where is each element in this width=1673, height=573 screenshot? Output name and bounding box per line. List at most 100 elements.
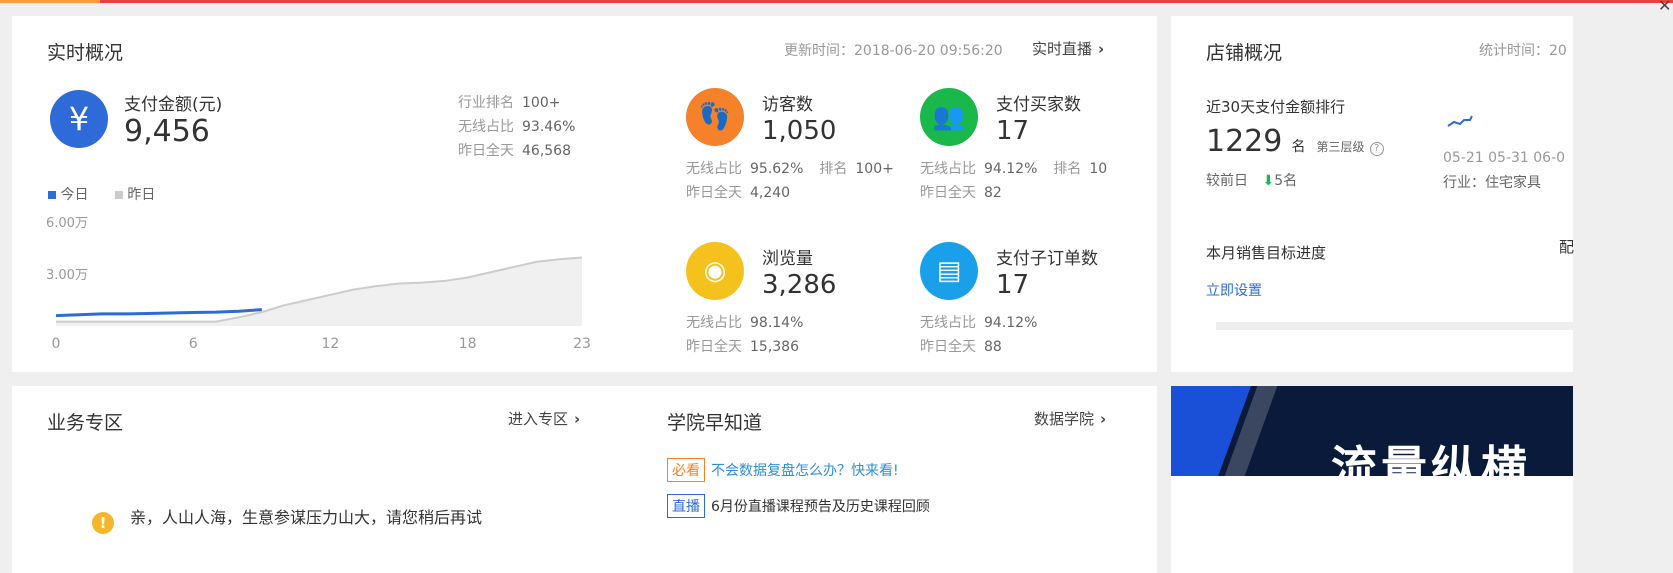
legend-today-swatch bbox=[48, 191, 56, 199]
top-accent-highlight bbox=[0, 0, 100, 3]
enter-zone-link[interactable]: 进入专区 › bbox=[508, 408, 580, 429]
metric-value: 17 bbox=[996, 270, 1030, 300]
users-icon: 👥 bbox=[920, 88, 978, 146]
metric-value: 1,050 bbox=[762, 116, 837, 146]
industry-rank-label: 行业排名 bbox=[458, 95, 514, 111]
warning-icon: ! bbox=[92, 512, 114, 534]
arrow-down-icon: ⬇ bbox=[1262, 173, 1275, 189]
rank-title: 近30天支付金额排行 bbox=[1206, 98, 1346, 116]
metric-rank-label: 排名 bbox=[819, 161, 848, 177]
chevron-right-icon: › bbox=[1100, 410, 1107, 428]
metric-rank-value: 10 bbox=[1089, 161, 1108, 177]
academy-list: 必看 不会数据复盘怎么办？快来看! 直播 6月份直播课程预告及历史课程回顾 bbox=[667, 458, 930, 530]
payment-industry-rank: 行业排名 100+ bbox=[458, 92, 560, 112]
payment-value: 9,456 bbox=[124, 114, 210, 149]
yen-icon: ¥ bbox=[50, 90, 108, 148]
top-accent-bar bbox=[0, 0, 1673, 3]
metric-wireless: 无线占比 94.12% 排名 10 bbox=[920, 158, 1107, 178]
academy-item-text: 不会数据复盘怎么办？快来看! bbox=[711, 463, 899, 479]
metric-wireless-label: 无线占比 bbox=[920, 315, 976, 331]
svg-text:¥: ¥ bbox=[69, 100, 89, 138]
metric-yesterday-value: 15,386 bbox=[750, 339, 799, 355]
banner-bottom-space bbox=[1171, 476, 1573, 573]
banner-text: 流量纵横 bbox=[1331, 441, 1531, 476]
academy-card: 学院早知道 数据学院 › 必看 不会数据复盘怎么办？快来看! 直播 6月份直播课程预告及… bbox=[632, 386, 1157, 573]
metric-label: 支付买家数 bbox=[996, 95, 1081, 115]
mini-trend-chart bbox=[1447, 115, 1473, 127]
chevron-right-icon: › bbox=[1098, 40, 1105, 58]
set-target-link[interactable]: 立即设置 bbox=[1206, 280, 1262, 300]
academy-item-text: 6月份直播课程预告及历史课程回顾 bbox=[711, 499, 930, 515]
metric-wireless: 无线占比 98.14% bbox=[686, 312, 803, 332]
metric-yesterday: 昨日全天 82 bbox=[920, 182, 1002, 202]
payment-wireless: 无线占比 93.46% bbox=[458, 116, 575, 136]
promo-banner[interactable]: 流量纵横 bbox=[1171, 386, 1573, 476]
metric-wireless-value: 94.12% bbox=[984, 161, 1038, 177]
data-academy-label: 数据学院 bbox=[1034, 410, 1095, 428]
series-line-today bbox=[55, 308, 262, 318]
metric-wireless-value: 98.14% bbox=[750, 315, 804, 331]
metric-yesterday-label: 昨日全天 bbox=[920, 339, 976, 355]
store-overview-card: 店铺概况 统计时间：20 近30天支付金额排行 1229 名 第三层级 ? 较前… bbox=[1171, 16, 1574, 372]
document-icon: ▤ bbox=[920, 242, 978, 300]
metric-yesterday-value: 88 bbox=[984, 339, 1002, 355]
enter-zone-label: 进入专区 bbox=[508, 410, 569, 428]
metric-label: 支付子订单数 bbox=[996, 249, 1098, 269]
realtime-overview-card: 实时概况 更新时间：2018-06-20 09:56:20 实时直播 › ¥ 支付… bbox=[12, 16, 1157, 372]
help-icon[interactable]: ? bbox=[1369, 142, 1384, 156]
store-title: 店铺概况 bbox=[1206, 42, 1283, 64]
metric-rank-label: 排名 bbox=[1053, 161, 1082, 177]
store-industry: 行业：住宅家具 bbox=[1443, 175, 1541, 191]
x-tick-label: 18 bbox=[459, 336, 477, 352]
data-academy-link[interactable]: 数据学院 › bbox=[1034, 408, 1106, 429]
x-tick-label: 0 bbox=[52, 336, 61, 352]
business-title: 业务专区 bbox=[47, 412, 124, 434]
academy-item[interactable]: 直播 6月份直播课程预告及历史课程回顾 bbox=[667, 494, 930, 518]
yesterday-label: 昨日全天 bbox=[458, 143, 514, 159]
target-progress-bar bbox=[1216, 322, 1573, 330]
metric-yesterday-label: 昨日全天 bbox=[686, 339, 742, 355]
academy-tag: 直播 bbox=[667, 494, 705, 518]
legend-yesterday-swatch bbox=[114, 191, 123, 199]
metric-wireless-label: 无线占比 bbox=[686, 161, 742, 177]
series-area-yesterday bbox=[56, 257, 582, 326]
payment-label: 支付金额(元) bbox=[124, 95, 223, 115]
metric-yesterday: 昨日全天 4,240 bbox=[686, 182, 790, 202]
update-time: 更新时间：2018-06-20 09:56:20 bbox=[784, 43, 1003, 59]
close-icon[interactable]: ✕ bbox=[1658, 0, 1671, 15]
metric-wireless: 无线占比 94.12% bbox=[920, 312, 1037, 332]
business-zone-card: 业务专区 进入专区 › ! 亲，人山人海，生意参谋压力山大，请您稍后再试 bbox=[12, 386, 632, 573]
academy-tag: 必看 bbox=[667, 458, 705, 482]
vs-change-value: 5名 bbox=[1274, 173, 1298, 189]
metric-yesterday: 昨日全天 15,386 bbox=[686, 336, 799, 356]
x-tick-label: 23 bbox=[573, 336, 591, 352]
rank-unit: 名 bbox=[1291, 139, 1306, 155]
industry-rank-value: 100+ bbox=[522, 95, 561, 111]
metric-yesterday: 昨日全天 88 bbox=[920, 336, 1002, 356]
rank-value-row: 1229 名 第三层级 ? bbox=[1206, 124, 1384, 159]
payment-line-chart: 6.00万 3.00万 0 6 12 18 23 bbox=[46, 216, 591, 352]
legend-yesterday: 昨日 bbox=[127, 187, 156, 203]
live-link[interactable]: 实时直播 › bbox=[1032, 38, 1104, 59]
live-link-label: 实时直播 bbox=[1032, 40, 1093, 58]
academy-item[interactable]: 必看 不会数据复盘怎么办？快来看! bbox=[667, 458, 930, 482]
realtime-title: 实时概况 bbox=[47, 42, 124, 64]
trend-dates: 05-21 05-31 06-0 bbox=[1443, 150, 1566, 166]
vs-yesterday: 较前日 ⬇5名 bbox=[1206, 170, 1297, 190]
metric-yesterday-label: 昨日全天 bbox=[920, 185, 976, 201]
yesterday-value: 46,568 bbox=[522, 143, 571, 159]
metric-label: 访客数 bbox=[762, 95, 813, 115]
metric-wireless: 无线占比 95.62% 排名 100+ bbox=[686, 158, 894, 178]
store-stat-time: 统计时间：20 bbox=[1479, 43, 1567, 59]
eye-icon: ◉ bbox=[686, 242, 744, 300]
metric-wireless-label: 无线占比 bbox=[686, 315, 742, 331]
metric-yesterday-value: 82 bbox=[984, 185, 1002, 201]
x-tick-label: 6 bbox=[189, 336, 198, 352]
metric-wireless-value: 94.12% bbox=[984, 315, 1038, 331]
rank-tier: 第三层级 bbox=[1316, 140, 1365, 154]
metric-wireless-label: 无线占比 bbox=[920, 161, 976, 177]
metric-wireless-value: 95.62% bbox=[750, 161, 804, 177]
legend-today: 今日 bbox=[60, 187, 89, 203]
metric-value: 17 bbox=[996, 116, 1030, 146]
chart-legend: 今日 昨日 bbox=[48, 184, 155, 204]
